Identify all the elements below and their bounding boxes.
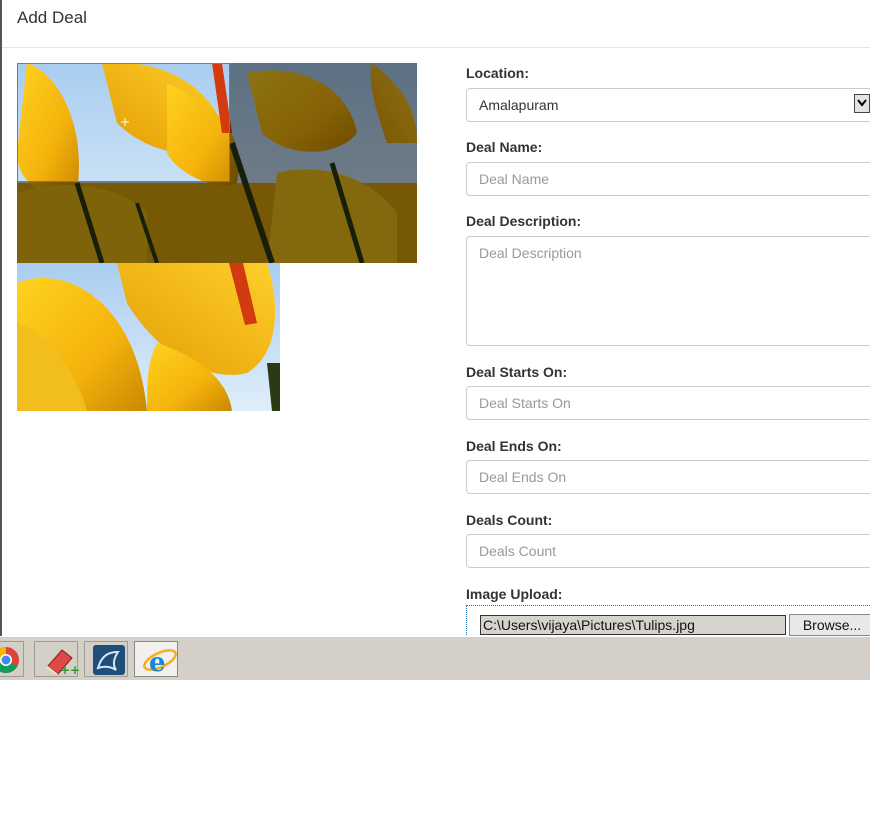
dialog-header: Add Deal xyxy=(2,0,870,48)
deal-ends-on-input[interactable]: Deal Ends On xyxy=(466,460,870,494)
location-label: Location: xyxy=(466,65,529,81)
location-select[interactable]: Amalapuram xyxy=(466,88,870,122)
browse-button[interactable]: Browse... xyxy=(789,614,870,636)
deal-description-placeholder: Deal Description xyxy=(479,245,582,261)
taskbar-internet-explorer-button[interactable]: e xyxy=(134,641,178,677)
svg-text:++: ++ xyxy=(60,663,80,676)
mysql-workbench-icon xyxy=(93,645,125,675)
eraser-icon: ++ xyxy=(46,649,80,676)
location-selected-value: Amalapuram xyxy=(479,97,559,113)
internet-explorer-icon: e xyxy=(143,648,177,676)
deal-name-placeholder: Deal Name xyxy=(479,171,550,187)
crop-preview-image xyxy=(17,263,280,411)
deal-name-input[interactable]: Deal Name xyxy=(466,162,870,196)
deals-count-label: Deals Count: xyxy=(466,512,553,528)
chrome-icon xyxy=(0,646,19,674)
taskbar-eraser-app-button[interactable]: ++ xyxy=(34,641,80,677)
dialog-title: Add Deal xyxy=(17,8,87,27)
chevron-down-icon[interactable] xyxy=(854,94,870,113)
deal-ends-on-placeholder: Deal Ends On xyxy=(479,469,567,485)
crop-overlay-right xyxy=(230,63,417,263)
deal-starts-on-label: Deal Starts On: xyxy=(466,364,568,380)
file-path-field[interactable]: C:\Users\vijaya\Pictures\Tulips.jpg xyxy=(480,615,786,635)
crop-overlay-bottom xyxy=(17,182,230,263)
taskbar-mysql-workbench-button[interactable] xyxy=(84,641,128,677)
add-deal-dialog: Add Deal + Location: Amalapuram Deal Nam… xyxy=(0,0,870,636)
deal-name-label: Deal Name: xyxy=(466,139,543,155)
taskbar: ++ e xyxy=(0,636,870,680)
deal-starts-on-input[interactable]: Deal Starts On xyxy=(466,386,870,420)
svg-text:e: e xyxy=(149,648,166,676)
deal-description-textarea[interactable]: Deal Description xyxy=(466,236,870,346)
deal-starts-on-placeholder: Deal Starts On xyxy=(479,395,571,411)
deal-description-label: Deal Description: xyxy=(466,213,582,229)
deals-count-input[interactable]: Deals Count xyxy=(466,534,870,568)
deals-count-placeholder: Deals Count xyxy=(479,543,557,559)
image-upload-label: Image Upload: xyxy=(466,586,563,602)
crosshair-cursor-icon: + xyxy=(120,115,131,129)
deal-ends-on-label: Deal Ends On: xyxy=(466,438,562,454)
taskbar-chrome-button[interactable] xyxy=(0,641,24,677)
